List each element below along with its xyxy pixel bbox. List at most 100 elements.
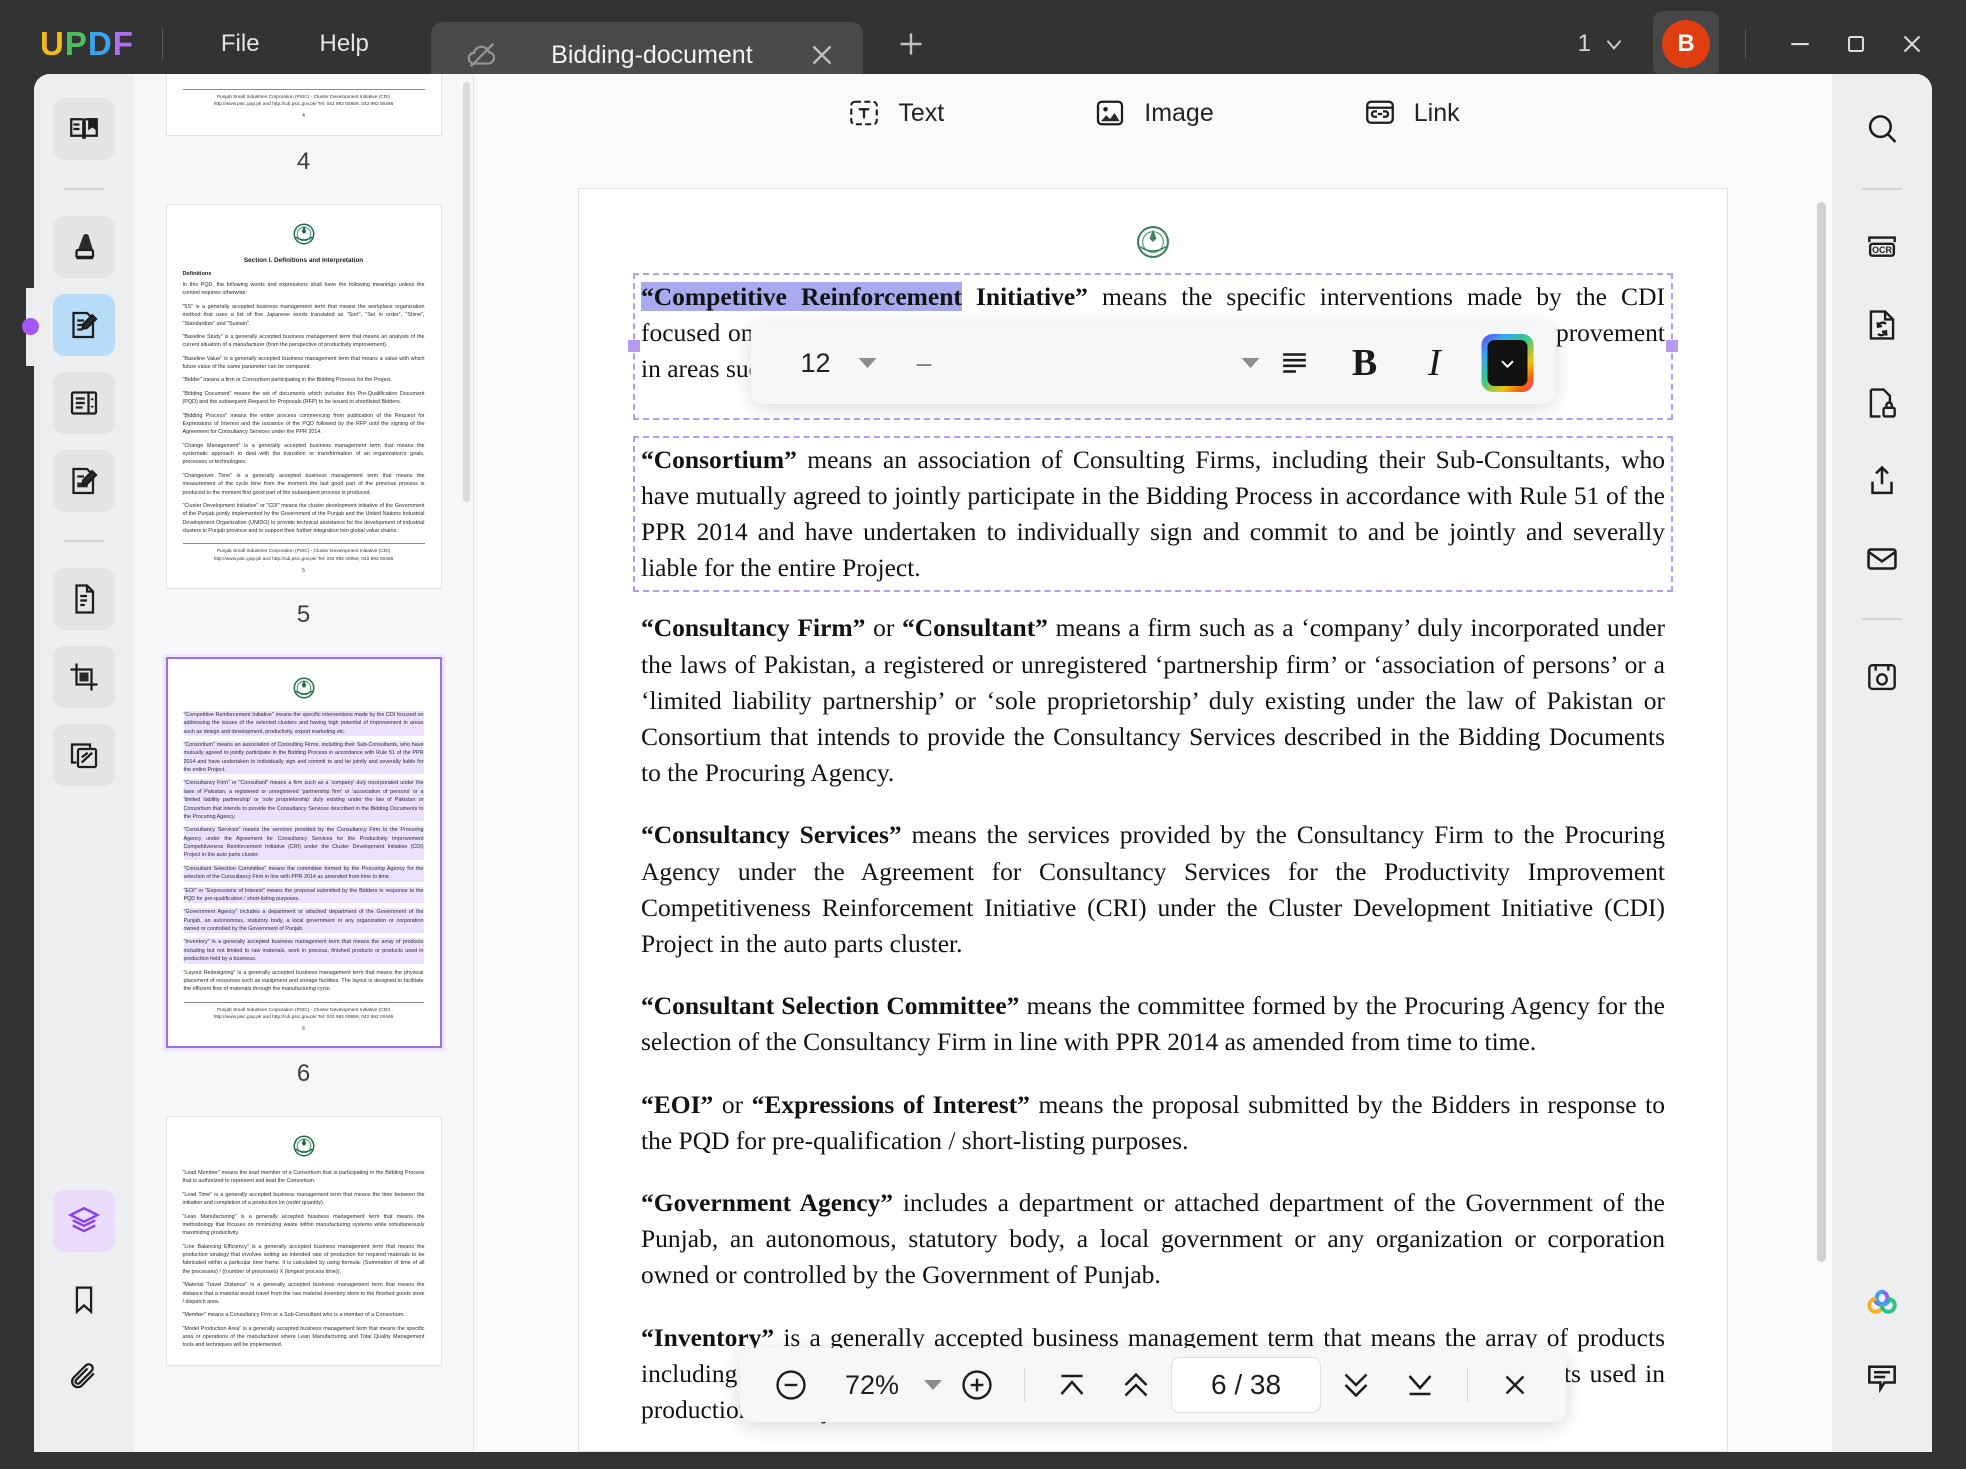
paragraph-consultancy-services[interactable]: “Consultancy Services” means the service… bbox=[641, 817, 1665, 962]
zoom-in-button[interactable] bbox=[948, 1356, 1006, 1414]
email-icon[interactable] bbox=[1851, 528, 1913, 590]
thumbnail-item-4[interactable]: Punjab Small Industries Corporation (PSI… bbox=[134, 74, 473, 186]
page-number-input[interactable]: 6 / 38 bbox=[1171, 1357, 1321, 1413]
window-count-dropdown[interactable]: 1 bbox=[1578, 30, 1627, 58]
sidebar-item-fill-sign[interactable] bbox=[53, 450, 115, 512]
color-picker-button[interactable] bbox=[1481, 334, 1534, 392]
paragraph-selection-committee[interactable]: “Consultant Selection Committee” means t… bbox=[641, 988, 1665, 1060]
crest-icon bbox=[1137, 226, 1169, 258]
color-picker-swatch bbox=[1487, 340, 1528, 386]
thumbnail-item-6[interactable]: "Competitive Reinforcement Initiative" m… bbox=[134, 639, 473, 1098]
thumb-para: "Lead Member" means the lead member of a… bbox=[182, 1170, 425, 1185]
account-button[interactable]: B bbox=[1653, 11, 1719, 77]
resize-handle-left[interactable] bbox=[628, 340, 640, 353]
term-expressions-of-interest: “Expressions of Interest” bbox=[751, 1089, 1030, 1119]
close-pagebar-button[interactable] bbox=[1486, 1356, 1544, 1414]
sidebar-item-reader[interactable] bbox=[53, 98, 115, 160]
text-format-toolbar[interactable]: 12 – B I bbox=[750, 322, 1556, 404]
tool-link[interactable]: Link bbox=[1348, 87, 1474, 139]
thumbnail-page-7[interactable]: "Lead Member" means the lead member of a… bbox=[165, 1116, 442, 1366]
zoom-level-value[interactable]: 72% bbox=[826, 1370, 918, 1401]
cloud-off-icon bbox=[465, 38, 499, 72]
thumb-para: "EOI" or "Expressions of Interest" means… bbox=[183, 886, 424, 904]
thumb-footer-line1: Punjab Small Industries Corporation (PSI… bbox=[216, 1007, 391, 1013]
sidebar-item-comment[interactable] bbox=[53, 216, 115, 278]
term-government-agency: “Government Agency” bbox=[641, 1188, 894, 1218]
convert-icon[interactable] bbox=[1851, 294, 1913, 356]
thumb-para: "5S" is a generally accepted business ma… bbox=[182, 303, 425, 327]
align-left-icon[interactable] bbox=[1260, 346, 1330, 380]
previous-page-button[interactable] bbox=[1107, 1356, 1165, 1414]
font-size-value[interactable]: 12 bbox=[773, 348, 859, 379]
sidebar-item-edit-pdf[interactable] bbox=[53, 294, 115, 356]
zoom-chevron-down-icon[interactable] bbox=[924, 1380, 942, 1390]
share-icon[interactable] bbox=[1851, 450, 1913, 512]
next-page-button[interactable] bbox=[1327, 1356, 1385, 1414]
close-icon[interactable] bbox=[805, 38, 839, 72]
document-scrollbar[interactable] bbox=[1817, 202, 1826, 1262]
italic-label: I bbox=[1428, 342, 1441, 384]
font-family-value[interactable]: – bbox=[877, 348, 1242, 379]
thumbnail-page-5[interactable]: Section I. Definitions and Interpretatio… bbox=[165, 204, 442, 589]
sidebar-item-crop[interactable] bbox=[53, 646, 115, 708]
crest-icon bbox=[293, 1135, 314, 1157]
thumb-para: "Government Agency" includes a departmen… bbox=[183, 908, 424, 934]
thumbnail-scrollbar[interactable] bbox=[463, 82, 470, 502]
protect-icon[interactable] bbox=[1851, 372, 1913, 434]
resize-handle-right[interactable] bbox=[1666, 340, 1678, 353]
zoom-out-button[interactable] bbox=[762, 1356, 820, 1414]
thumbnail-item-7[interactable]: "Lead Member" means the lead member of a… bbox=[134, 1098, 473, 1366]
menu-file[interactable]: File bbox=[191, 22, 290, 66]
sidebar-item-attachments[interactable] bbox=[53, 1346, 115, 1408]
svg-text:OCR: OCR bbox=[1872, 245, 1892, 255]
page-thumbnail-panel[interactable]: Punjab Small Industries Corporation (PSI… bbox=[134, 74, 474, 1452]
tool-link-label: Link bbox=[1413, 98, 1460, 127]
paragraph-government-agency[interactable]: “Government Agency” includes a departmen… bbox=[641, 1185, 1665, 1294]
bold-run: Initiative” bbox=[961, 282, 1088, 311]
conj-run: or bbox=[865, 613, 902, 643]
search-icon[interactable] bbox=[1851, 98, 1913, 160]
thumb-footer-line2: http://www.psic.gop.pk and http://cdi.ps… bbox=[213, 1014, 394, 1020]
paragraph-eoi[interactable]: “EOI” or “Expressions of Interest” means… bbox=[641, 1087, 1665, 1159]
comment-icon[interactable] bbox=[1851, 1346, 1913, 1408]
last-page-button[interactable] bbox=[1391, 1356, 1449, 1414]
thumb-para: "Consultancy Services" means the service… bbox=[183, 826, 424, 860]
thumbnail-page-4[interactable]: Punjab Small Industries Corporation (PSI… bbox=[165, 74, 442, 136]
thumb-page-footer-num: 6 bbox=[302, 1026, 305, 1032]
window-close-icon[interactable] bbox=[1884, 22, 1940, 66]
plus-icon[interactable] bbox=[893, 26, 929, 62]
sidebar-item-bookmarks[interactable] bbox=[53, 1268, 115, 1330]
paragraph-consultancy-firm[interactable]: “Consultancy Firm” or “Consultant” means… bbox=[641, 610, 1665, 791]
sidebar-item-layers[interactable] bbox=[53, 1190, 115, 1252]
minimize-icon[interactable] bbox=[1772, 22, 1828, 66]
logo-letter-p: P bbox=[64, 25, 88, 62]
thumbnail-page-6[interactable]: "Competitive Reinforcement Initiative" m… bbox=[165, 656, 442, 1048]
save-icon[interactable] bbox=[1851, 646, 1913, 708]
font-size-chevron-down-icon[interactable] bbox=[858, 358, 877, 368]
sidebar-item-batch[interactable] bbox=[53, 724, 115, 786]
panel-collapse-handle[interactable] bbox=[22, 318, 39, 335]
tool-text[interactable]: Text bbox=[832, 87, 958, 139]
thumb-para: "Baseline Study" is a generally accepted… bbox=[182, 333, 425, 349]
thumb-page-footer-num: 4 bbox=[302, 113, 305, 120]
page-navigation-toolbar[interactable]: 72% 6 / 38 bbox=[740, 1348, 1566, 1422]
left-tool-rail bbox=[34, 74, 134, 1452]
maximize-icon[interactable] bbox=[1828, 22, 1884, 66]
tool-image[interactable]: Image bbox=[1078, 87, 1227, 139]
menu-help[interactable]: Help bbox=[290, 22, 399, 66]
ocr-icon[interactable]: OCR bbox=[1851, 216, 1913, 278]
sidebar-item-organize-pages[interactable] bbox=[53, 372, 115, 434]
ai-assistant-icon[interactable] bbox=[1851, 1268, 1913, 1330]
thumbnail-number: 5 bbox=[296, 600, 311, 628]
italic-button[interactable]: I bbox=[1400, 341, 1470, 385]
font-family-chevron-down-icon[interactable] bbox=[1241, 358, 1260, 368]
term-consortium: “Consortium” bbox=[641, 444, 797, 474]
logo-letter-u: U bbox=[40, 25, 65, 62]
thumbnail-item-5[interactable]: Section I. Definitions and Interpretatio… bbox=[134, 186, 473, 639]
paragraph-consortium[interactable]: “Consortium” means an association of Con… bbox=[641, 442, 1665, 587]
thumb-para: "Consortium" means an association of Con… bbox=[183, 740, 424, 775]
first-page-button[interactable] bbox=[1043, 1356, 1101, 1414]
sidebar-item-page-tools[interactable] bbox=[53, 568, 115, 630]
bold-button[interactable]: B bbox=[1330, 341, 1400, 385]
text-box-consortium[interactable]: “Consortium” means an association of Con… bbox=[633, 435, 1673, 593]
